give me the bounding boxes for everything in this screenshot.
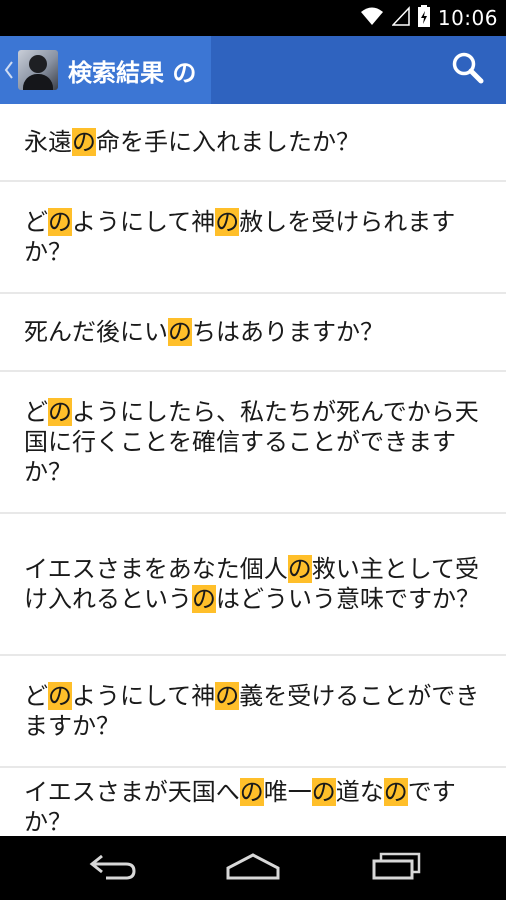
result-text-segment: ど <box>24 682 48 710</box>
query-highlight: の <box>215 208 240 236</box>
navigation-bar <box>0 836 506 900</box>
result-text-segment: 永遠 <box>24 128 72 156</box>
query-highlight: の <box>48 208 72 236</box>
result-text: 永遠の命を手に入れましたか？ <box>24 127 360 157</box>
battery-icon <box>417 5 430 31</box>
result-text-segment: イエスさまが天国へ <box>24 778 240 806</box>
result-item[interactable]: イエスさまをあなた個人の救い主として受け入れるというのはどういう意味ですか？ <box>0 514 506 656</box>
query-highlight: の <box>48 682 72 710</box>
search-button[interactable] <box>448 50 488 90</box>
result-item[interactable]: どのようにして神の赦しを受けられますか？ <box>0 182 506 294</box>
result-text-segment: イエスさまをあなた個人 <box>24 555 288 583</box>
result-text-segment: 道な <box>335 778 384 806</box>
result-text: 死んだ後にいのちはありますか？ <box>24 317 384 347</box>
result-text-segment: ようにして神 <box>72 208 216 236</box>
result-text-segment: ど <box>24 208 48 236</box>
search-icon <box>451 51 485 89</box>
search-results-list[interactable]: 永遠の命を手に入れましたか？ どのようにして神の赦しを受けられますか？ 死んだ後にい… <box>0 104 506 836</box>
query-highlight: の <box>48 398 72 426</box>
query-highlight: の <box>215 682 240 710</box>
back-icon <box>88 852 138 884</box>
status-time: 10:06 <box>437 6 498 30</box>
result-item[interactable]: イエスさまが天国への唯一の道なのですか？ <box>0 768 506 836</box>
home-icon <box>225 852 281 884</box>
query-highlight: の <box>239 778 264 806</box>
query-highlight: の <box>383 778 408 806</box>
result-text: どのようにして神の赦しを受けられますか？ <box>24 207 482 267</box>
action-bar: 検索結果 の <box>0 36 506 104</box>
wifi-icon <box>360 6 384 30</box>
recents-button[interactable] <box>366 852 426 884</box>
app-avatar-icon <box>18 50 58 90</box>
recents-icon <box>371 852 421 884</box>
status-icons: 10:06 <box>360 0 498 36</box>
home-button[interactable] <box>223 852 283 884</box>
up-chevron-icon <box>4 60 16 80</box>
query-highlight: の <box>192 585 216 613</box>
result-item[interactable]: 死んだ後にいのちはありますか？ <box>0 294 506 372</box>
result-text-segment: はどういう意味ですか？ <box>216 585 480 613</box>
result-text-segment: ど <box>24 398 48 426</box>
result-text: イエスさまをあなた個人の救い主として受け入れるというのはどういう意味ですか？ <box>24 554 482 614</box>
result-text-segment: ちはありますか？ <box>192 318 384 346</box>
back-button[interactable] <box>83 852 143 884</box>
query-highlight: の <box>168 318 192 346</box>
result-text-segment: ようにしたら、私たちが死んでから天国に行くことを確信することができますか？ <box>24 398 479 486</box>
result-item[interactable]: 永遠の命を手に入れましたか？ <box>0 104 506 182</box>
query-highlight: の <box>72 128 96 156</box>
result-text: どのようにして神の義を受けることができますか？ <box>24 681 482 741</box>
result-text: イエスさまが天国への唯一の道なのですか？ <box>24 777 482 836</box>
result-text-segment: 唯一 <box>263 778 312 806</box>
query-highlight: の <box>287 555 312 583</box>
result-item[interactable]: どのようにしたら、私たちが死んでから天国に行くことを確信することができますか？ <box>0 372 506 514</box>
result-text-segment: 命を手に入れましたか？ <box>96 128 360 156</box>
result-text-segment: ようにして神 <box>72 682 216 710</box>
page-title: 検索結果 の <box>68 58 197 87</box>
result-text-segment: 死んだ後にい <box>24 318 168 346</box>
result-text: どのようにしたら、私たちが死んでから天国に行くことを確信することができますか？ <box>24 397 482 487</box>
signal-icon <box>391 6 410 30</box>
result-item[interactable]: どのようにして神の義を受けることができますか？ <box>0 656 506 768</box>
status-bar: 10:06 <box>0 0 506 36</box>
query-highlight: の <box>311 778 336 806</box>
up-navigation-button[interactable]: 検索結果 の <box>0 36 211 104</box>
